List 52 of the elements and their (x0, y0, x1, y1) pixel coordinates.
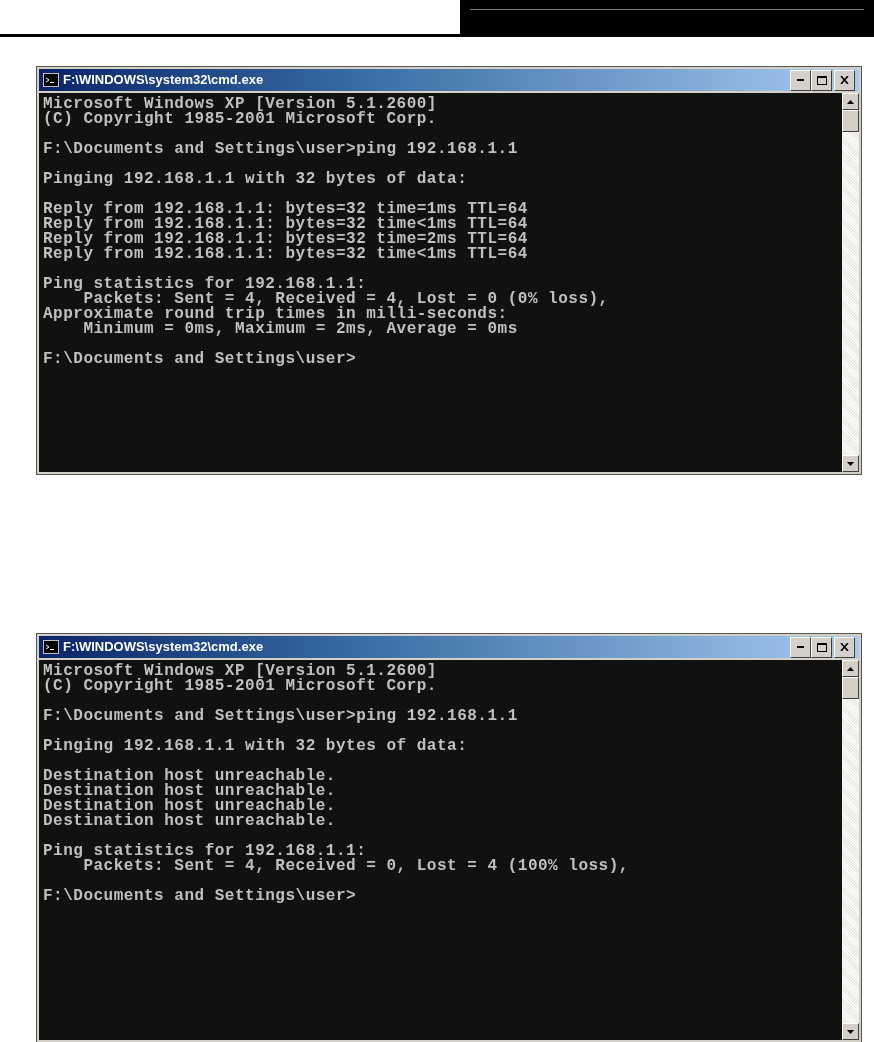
minimize-icon (797, 646, 804, 648)
down-arrow-icon (847, 461, 854, 466)
console-line: F:\Documents and Settings\user>ping 192.168.1.1 (43, 709, 518, 724)
console-line: Destination host unreachable. (43, 769, 336, 784)
console-line: Ping statistics for 192.168.1.1: (43, 277, 367, 292)
up-arrow-icon (847, 99, 854, 104)
scrollbar[interactable] (842, 93, 859, 472)
maximize-button[interactable] (811, 69, 832, 91)
console-line: Destination host unreachable. (43, 784, 336, 799)
minimize-button[interactable] (790, 69, 811, 91)
console-line: Destination host unreachable. (43, 814, 336, 829)
minimize-icon (797, 79, 804, 81)
close-button[interactable] (834, 69, 855, 91)
console-line: Packets: Sent = 4, Received = 0, Lost = 4 (100% loss), (82, 859, 629, 874)
scroll-up-button[interactable] (842, 93, 859, 110)
down-arrow-icon (847, 1029, 854, 1034)
window-title: F:\WINDOWS\system32\cmd.exe (63, 638, 264, 657)
console-line: Reply from 192.168.1.1: bytes=32 time=1ms TTL=64 (43, 202, 528, 217)
minimize-button[interactable] (790, 636, 811, 658)
maximize-button[interactable] (811, 636, 832, 658)
console-line: (C) Copyright 1985-2001 Microsoft Corp. (43, 679, 437, 694)
console-icon (43, 73, 59, 87)
scroll-up-button[interactable] (842, 660, 859, 677)
console-line: F:\Documents and Settings\user> (43, 352, 357, 367)
console-line: Reply from 192.168.1.1: bytes=32 time<1ms TTL=64 (43, 217, 528, 232)
console-line: (C) Copyright 1985-2001 Microsoft Corp. (43, 112, 437, 127)
window-title: F:\WINDOWS\system32\cmd.exe (63, 71, 264, 90)
maximize-icon (816, 75, 827, 85)
console-line: Reply from 192.168.1.1: bytes=32 time=2ms TTL=64 (43, 232, 528, 247)
up-arrow-icon (847, 666, 854, 671)
console-line: Ping statistics for 192.168.1.1: (43, 844, 367, 859)
scrollbar[interactable] (842, 660, 859, 1040)
console-line: Destination host unreachable. (43, 799, 336, 814)
console-line: Minimum = 0ms, Maximum = 2ms, Average = 0ms (83, 322, 518, 337)
scroll-down-button[interactable] (842, 1023, 859, 1040)
maximize-icon (816, 642, 827, 652)
scroll-thumb[interactable] (842, 677, 859, 699)
console-line: F:\Documents and Settings\user> (43, 889, 357, 904)
close-button[interactable] (834, 636, 855, 658)
scroll-down-button[interactable] (842, 455, 859, 472)
console-icon (43, 640, 59, 654)
close-icon (840, 643, 849, 651)
console-line: Approximate round trip times in milli-seconds: (43, 307, 508, 322)
console-line: F:\Documents and Settings\user>ping 192.168.1.1 (43, 142, 518, 157)
console-line: Microsoft Windows XP [Version 5.1.2600] (43, 664, 437, 679)
console-line: Reply from 192.168.1.1: bytes=32 time<1ms TTL=64 (43, 247, 528, 262)
console-line: Packets: Sent = 4, Received = 4, Lost = 0 (0% loss), (83, 292, 609, 307)
console-line: Pinging 192.168.1.1 with 32 bytes of data: (43, 172, 468, 187)
console-line: Pinging 192.168.1.1 with 32 bytes of data: (43, 739, 468, 754)
console-line: Microsoft Windows XP [Version 5.1.2600] (43, 97, 437, 112)
scroll-thumb[interactable] (842, 110, 859, 132)
close-icon (840, 76, 849, 84)
